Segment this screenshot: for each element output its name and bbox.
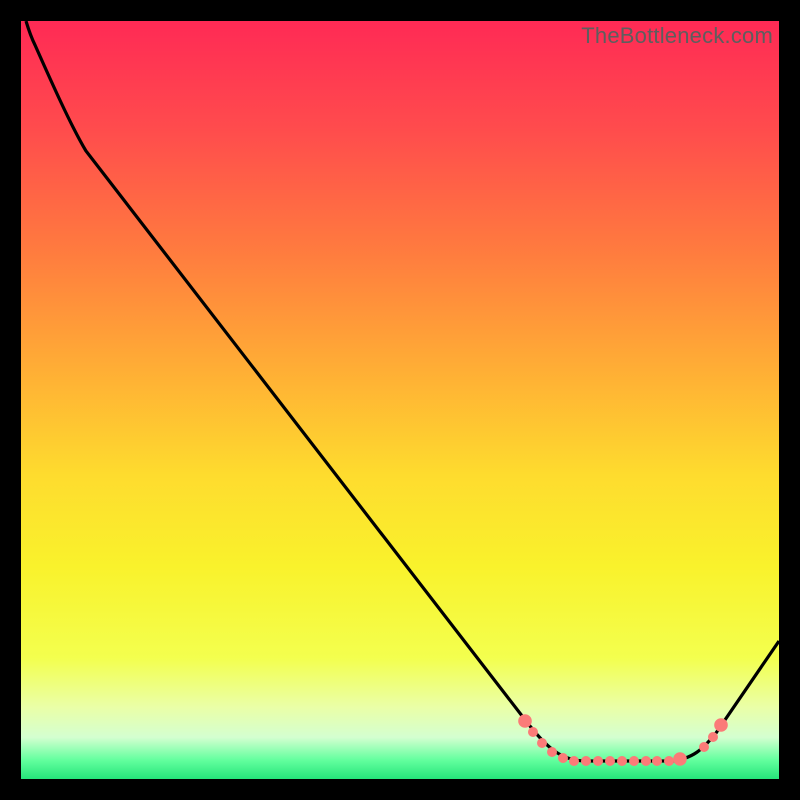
marker-dot xyxy=(581,756,591,766)
marker-dot xyxy=(558,753,568,763)
marker-dot xyxy=(569,756,579,766)
marker-dot xyxy=(699,742,709,752)
watermark-text: TheBottleneck.com xyxy=(581,23,773,49)
marker-dot xyxy=(629,756,639,766)
marker-dot xyxy=(537,738,547,748)
marker-dot xyxy=(664,756,674,766)
chart-frame: TheBottleneck.com xyxy=(21,21,779,779)
marker-dot xyxy=(547,747,557,757)
marker-dot xyxy=(518,714,532,728)
marker-dot xyxy=(528,727,538,737)
marker-dot xyxy=(641,756,651,766)
marker-dot xyxy=(652,756,662,766)
marker-dot xyxy=(708,732,718,742)
chart-svg xyxy=(21,21,779,779)
marker-dot xyxy=(593,756,603,766)
chart-background xyxy=(21,21,779,779)
marker-dot xyxy=(617,756,627,766)
marker-dot xyxy=(714,718,728,732)
marker-dot xyxy=(605,756,615,766)
marker-dot xyxy=(673,752,687,766)
